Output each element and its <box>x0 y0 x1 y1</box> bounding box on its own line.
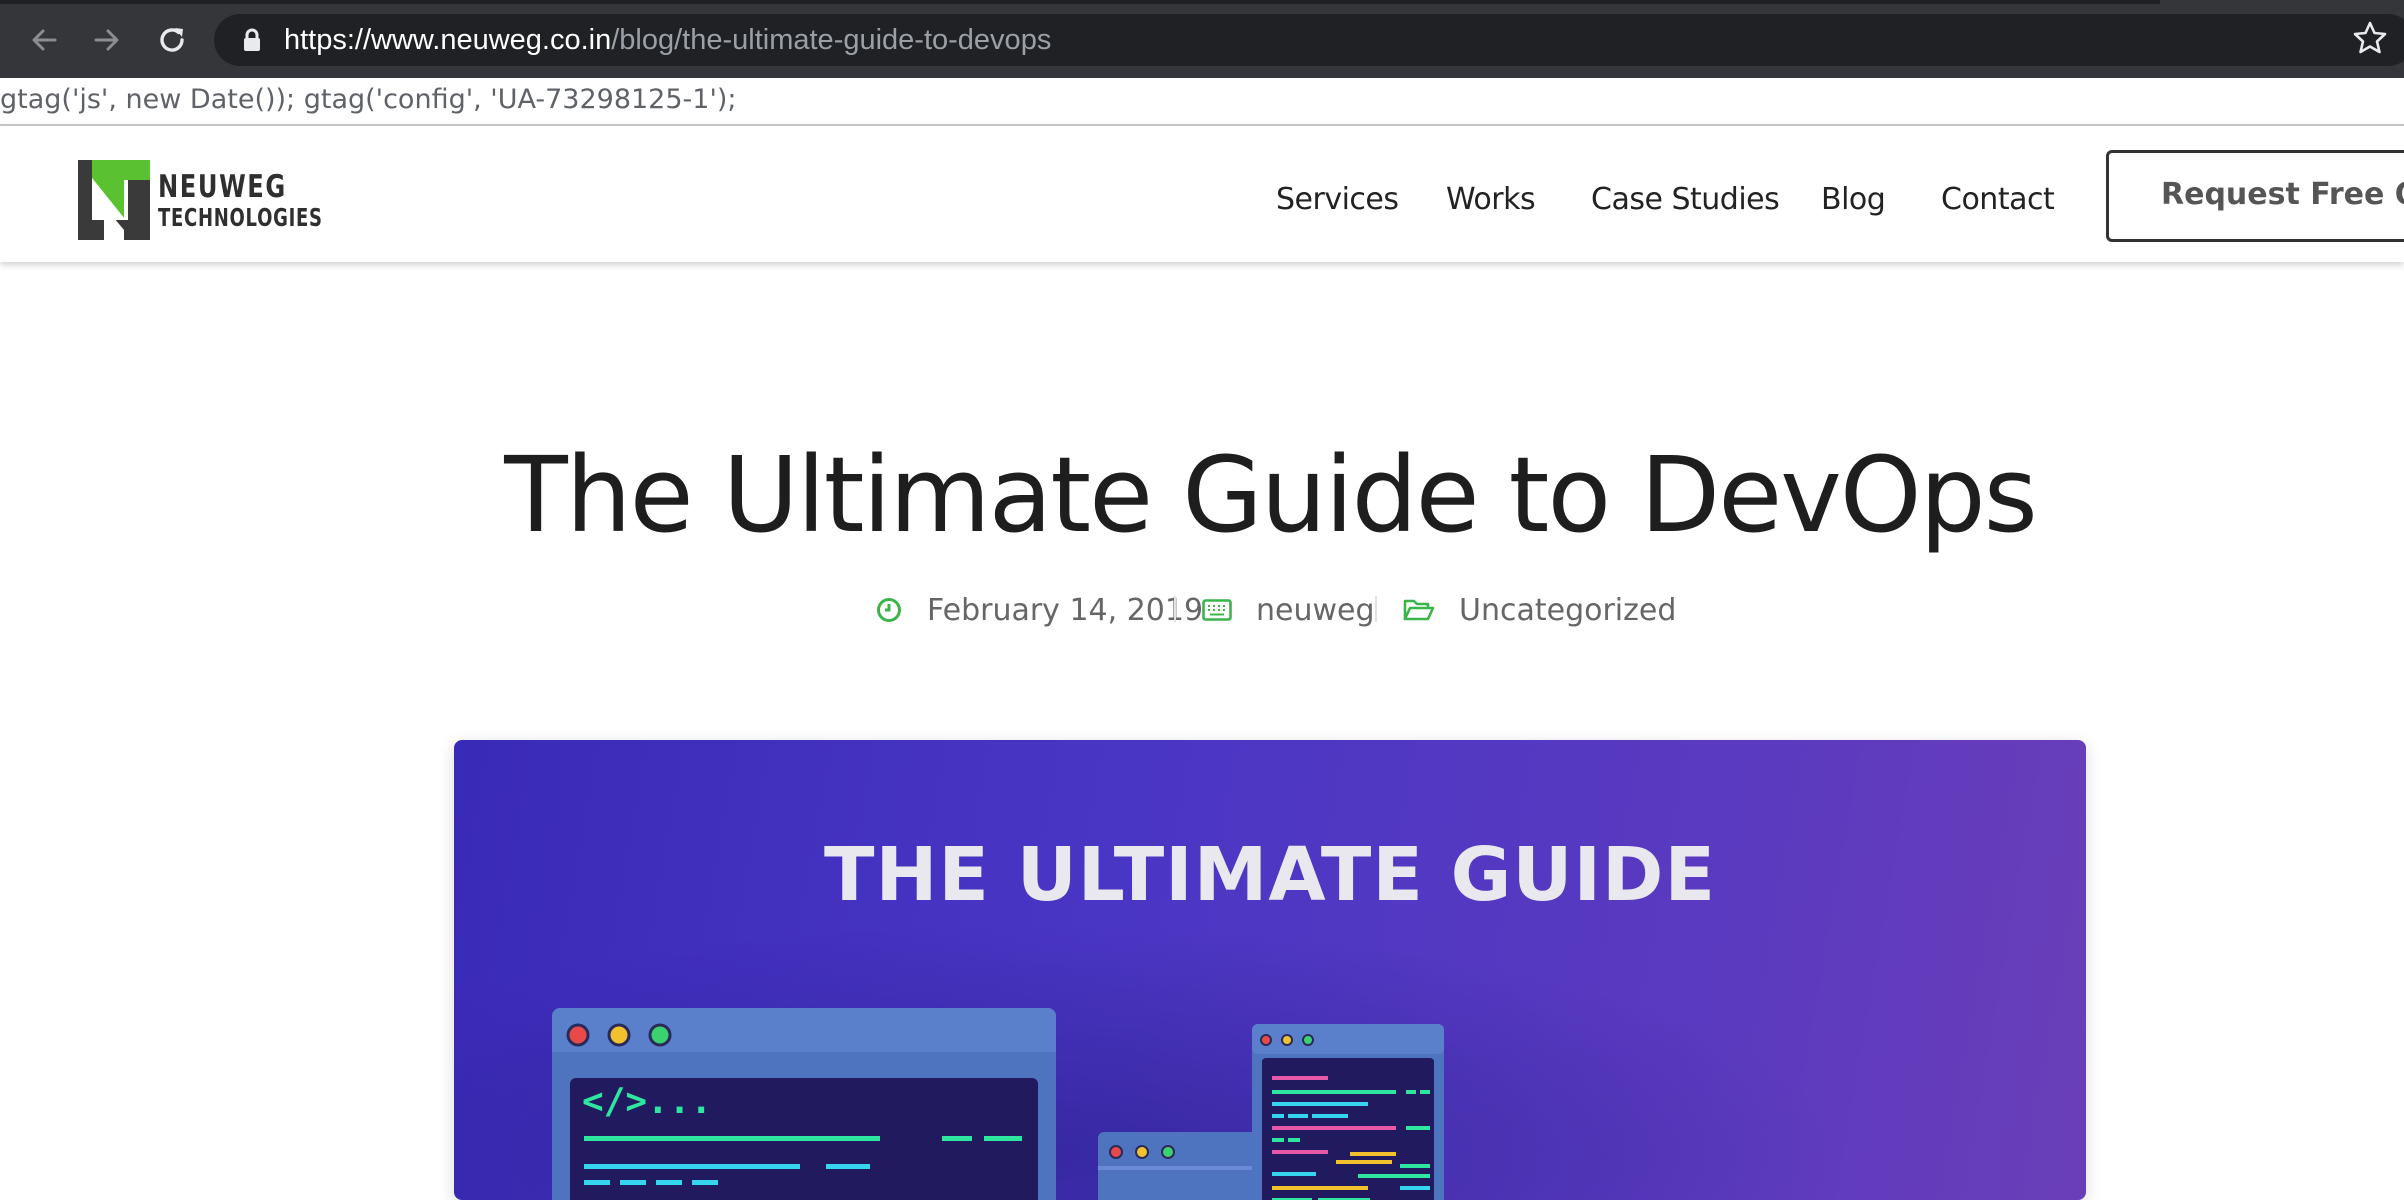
gtag-text: gtag('js', new Date()); gtag('config', '… <box>0 84 737 115</box>
hero-illustration: </>... <box>454 740 2086 1200</box>
forward-arrow-icon <box>94 29 119 51</box>
logo-line1: NEUWEG <box>158 169 287 205</box>
meta-divider <box>1174 596 1176 622</box>
keyboard-icon <box>1202 599 1232 621</box>
code-tag-text: </>... <box>582 1081 712 1122</box>
nav-blog[interactable]: Blog <box>1821 182 1886 217</box>
logo-line2: TECHNOLOGIES <box>158 203 323 232</box>
inline-script-text: gtag('js', new Date()); gtag('config', '… <box>0 78 2404 124</box>
tab-strip-edge <box>0 0 2160 4</box>
url-text[interactable]: https://www.neuweg.co.in/blog/the-ultima… <box>284 23 1051 57</box>
folder-open-icon <box>1403 599 1435 621</box>
request-quote-button[interactable]: Request Free Quo <box>2106 150 2404 242</box>
clock-icon <box>877 598 901 622</box>
nav-services[interactable]: Services <box>1276 182 1399 217</box>
post-date: February 14, 2019 <box>875 588 1203 632</box>
request-quote-label: Request Free Quo <box>2161 177 2404 212</box>
post-author-text[interactable]: neuweg <box>1256 593 1375 628</box>
back-button[interactable] <box>22 18 66 62</box>
nav-works[interactable]: Works <box>1446 182 1536 217</box>
bookmark-star-icon[interactable] <box>2352 20 2388 56</box>
browser-toolbar: https://www.neuweg.co.in/blog/the-ultima… <box>0 0 2404 78</box>
hero-title: THE ULTIMATE GUIDE <box>823 832 1717 918</box>
meta-divider <box>1375 596 1377 622</box>
reload-icon <box>160 28 184 52</box>
code-window-small <box>1098 1132 1268 1200</box>
nav-case-studies[interactable]: Case Studies <box>1591 182 1780 217</box>
logo-wordmark: NEUWEG TECHNOLOGIES <box>158 170 387 232</box>
url-host: https://www.neuweg.co.in <box>284 24 612 56</box>
lock-icon <box>244 28 260 51</box>
forward-button[interactable] <box>85 18 129 62</box>
back-arrow-icon <box>32 29 57 51</box>
site-logo[interactable]: NEUWEG TECHNOLOGIES <box>78 160 322 240</box>
url-path: /blog/the-ultimate-guide-to-devops <box>611 24 1052 56</box>
post-date-text[interactable]: February 14, 2019 <box>927 593 1203 628</box>
featured-image: </>... THE ULTIMATE GUIDE <box>454 740 2086 1200</box>
nav-contact[interactable]: Contact <box>1941 182 2055 217</box>
post-author: neuweg <box>1202 588 1375 632</box>
post-category-text[interactable]: Uncategorized <box>1459 593 1676 628</box>
post-category: Uncategorized <box>1403 588 1676 632</box>
site-header: NEUWEG TECHNOLOGIES Services Works Case … <box>0 124 2404 262</box>
logo-mark-icon <box>78 160 150 240</box>
address-bar[interactable]: https://www.neuweg.co.in/blog/the-ultima… <box>214 14 2404 66</box>
code-window-tall <box>1252 1024 1444 1200</box>
post-title: The Ultimate Guide to DevOps <box>504 434 2038 556</box>
reload-button[interactable] <box>150 18 194 62</box>
